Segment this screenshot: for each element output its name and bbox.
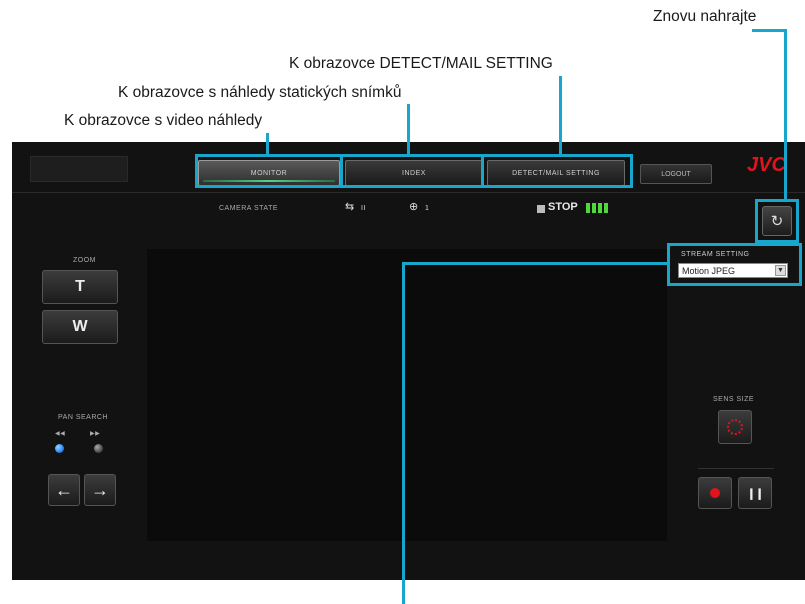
- recording-title: SENS SIZE: [713, 396, 755, 403]
- stop-label: STOP: [548, 201, 578, 213]
- pan-right-button[interactable]: →: [84, 474, 116, 506]
- highlight-stream-setting: [667, 243, 802, 286]
- webcam-app-window: MONITOR INDEX DETECT/MAIL SETTING LOGOUT…: [12, 142, 805, 580]
- battery-icon: [586, 203, 608, 213]
- stop-square-icon: [537, 205, 545, 213]
- callout-line-reload-v: [784, 29, 787, 200]
- highlight-reload-button: [755, 199, 799, 243]
- callout-line-reload-h: [752, 29, 786, 32]
- pan-left-label: ◀◀: [55, 431, 66, 437]
- zoom-magnifier-icon: ⊕: [409, 201, 419, 213]
- record-panel-divider: [698, 468, 774, 469]
- callout-line-stream-h: [402, 262, 668, 265]
- jvc-logo: JVC: [747, 154, 786, 176]
- camera-state-label: CAMERA STATE: [219, 205, 279, 212]
- pan-left-button[interactable]: ←: [48, 474, 80, 506]
- snapshot-icon: [727, 419, 743, 435]
- annotation-detect-mail: K obrazovce DETECT/MAIL SETTING: [289, 55, 553, 72]
- pan-right-label: ▶▶: [90, 431, 101, 437]
- annotation-index-screen: K obrazovce s náhledy statických snímků: [118, 84, 402, 101]
- zoom-tele-label: T: [75, 278, 85, 295]
- pause-icon: ❙❙: [746, 487, 764, 500]
- zoom-tele-button[interactable]: T: [42, 270, 118, 304]
- annotation-reload: Znovu nahrajte: [653, 8, 757, 25]
- pause-button[interactable]: ❙❙: [738, 477, 772, 509]
- zoom-wide-button[interactable]: W: [42, 310, 118, 344]
- header-divider: [12, 192, 805, 193]
- annotation-monitor-screen: K obrazovce s video náhledy: [64, 112, 263, 129]
- pan-icon: ⇆: [345, 201, 355, 213]
- top-left-panel: [30, 156, 128, 182]
- callout-line-monitor: [266, 133, 269, 155]
- camera-preview-area: [147, 249, 667, 541]
- record-icon: [710, 488, 720, 498]
- highlight-index-tab: [340, 154, 484, 188]
- logout-button[interactable]: LOGOUT: [640, 164, 712, 184]
- snapshot-button[interactable]: [718, 410, 752, 444]
- zoom-title: ZOOM: [73, 257, 96, 264]
- zoom-value: 1: [425, 205, 430, 212]
- callout-line-stream-v: [402, 262, 405, 604]
- pan-search-title: PAN SEARCH: [58, 414, 108, 421]
- pan-value: II: [361, 205, 366, 212]
- callout-line-index: [407, 104, 410, 155]
- record-button[interactable]: [698, 477, 732, 509]
- highlight-detect-tab: [481, 154, 633, 188]
- callout-line-detect: [559, 76, 562, 155]
- pan-left-led: [55, 444, 64, 453]
- highlight-monitor-tab: [195, 154, 343, 188]
- pan-right-led: [94, 444, 103, 453]
- zoom-wide-label: W: [72, 318, 88, 335]
- logout-label: LOGOUT: [661, 170, 691, 178]
